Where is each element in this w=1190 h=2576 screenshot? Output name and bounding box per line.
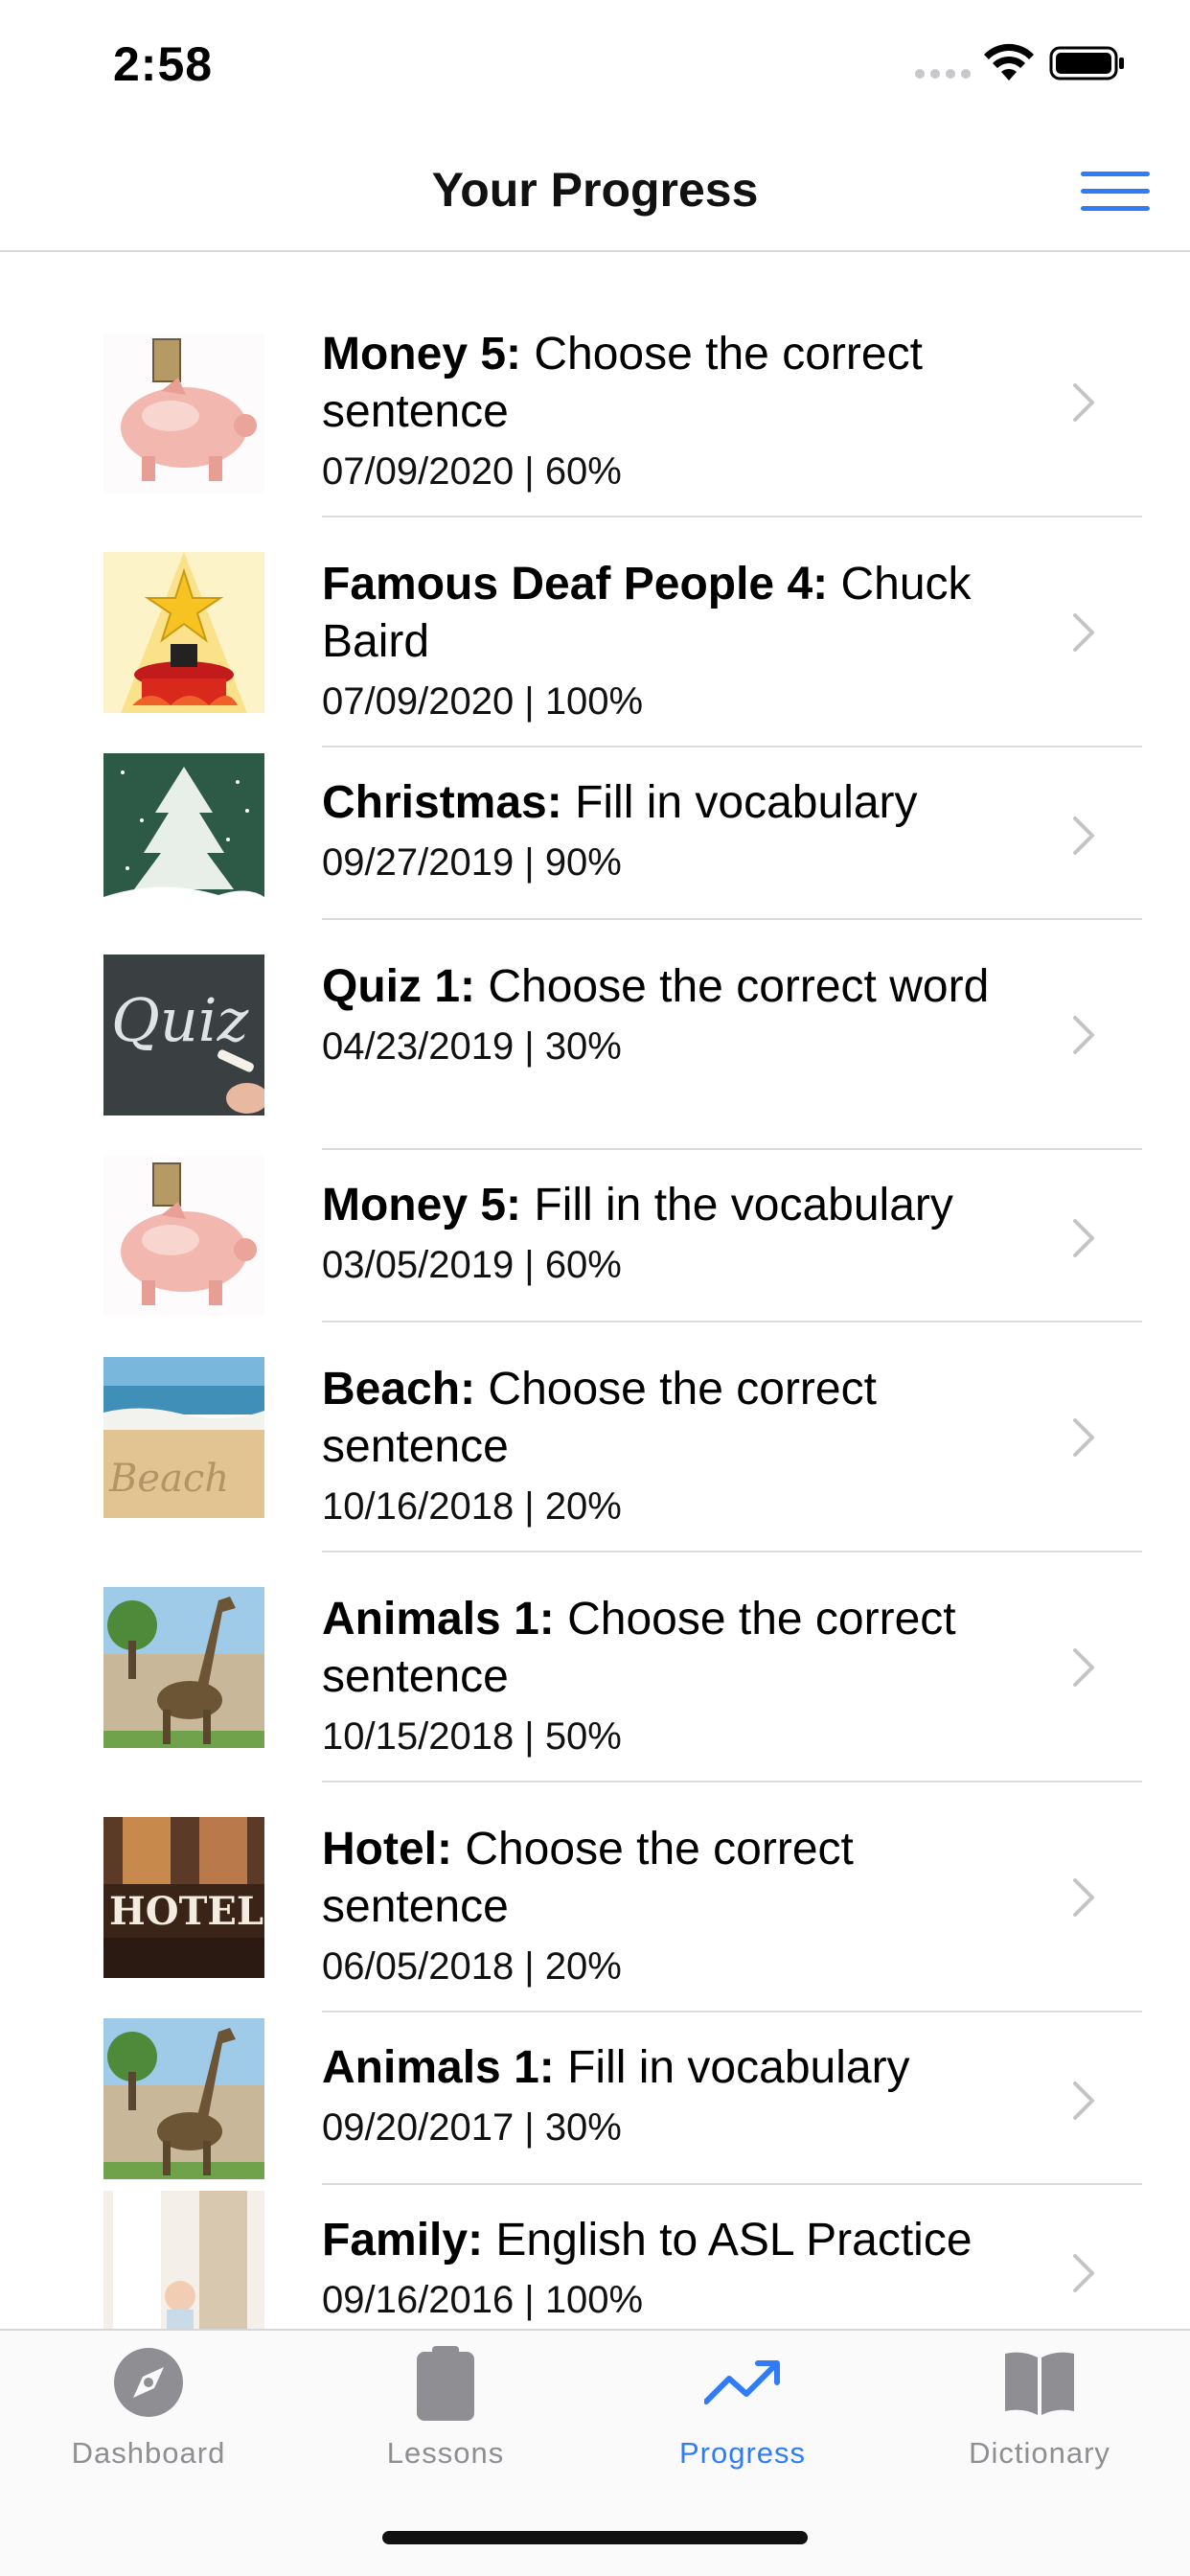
lesson-title: Money 5: Fill in the vocabulary — [322, 1180, 953, 1230]
lesson-date-score: 04/23/2019 | 30% — [322, 1025, 622, 1068]
lesson-title: Animals 1: Choose the correct sentence — [322, 1594, 956, 1702]
chevron-right-icon — [1073, 1878, 1094, 1917]
lesson-title: Quiz 1: Choose the correct word — [322, 961, 990, 1012]
open-book-icon — [1005, 2352, 1074, 2415]
chevron-right-icon — [1073, 1016, 1094, 1054]
trending-up-icon — [704, 2360, 780, 2404]
star-spotlight-icon — [103, 552, 264, 713]
navigation-bar: Your Progress — [0, 129, 1190, 252]
lesson-date-score: 10/15/2018 | 50% — [322, 1715, 622, 1758]
list-item[interactable]: Money 5: Choose the correct sentence 07/… — [0, 288, 1190, 518]
chevron-right-icon — [1073, 1219, 1094, 1257]
tab-lessons[interactable]: Lessons — [297, 2331, 594, 2494]
wifi-icon — [984, 43, 1034, 80]
list-item[interactable]: Famous Deaf People 4: Chuck Baird 07/09/… — [0, 518, 1190, 748]
list-item[interactable]: Quiz Quiz 1: Choose the correct word 04/… — [0, 920, 1190, 1150]
chevron-right-icon — [1073, 2082, 1094, 2120]
tab-dictionary[interactable]: Dictionary — [891, 2331, 1188, 2494]
hamburger-menu-icon[interactable] — [1081, 170, 1150, 214]
lesson-title: Animals 1: Fill in vocabulary — [322, 2042, 910, 2093]
lesson-date-score: 07/09/2020 | 100% — [322, 680, 644, 723]
chevron-right-icon — [1073, 1648, 1094, 1687]
progress-screen: 2:58 Your Progress Money 5: Choose the c… — [0, 0, 1190, 2576]
lesson-title: Family: English to ASL Practice — [322, 2215, 973, 2266]
tab-label: Lessons — [386, 2436, 505, 2470]
tab-label: Dashboard — [71, 2436, 226, 2470]
giraffe-icon — [103, 1587, 264, 1748]
piggy-bank-icon — [103, 1156, 264, 1317]
tab-progress[interactable]: Progress — [594, 2331, 891, 2494]
list-item[interactable]: Animals 1: Fill in vocabulary 09/20/2017… — [0, 2012, 1190, 2185]
list-item[interactable]: Beach Beach: Choose the correct sentence… — [0, 1322, 1190, 1552]
beach-sand-icon: Beach — [103, 1357, 264, 1518]
lesson-date-score: 07/09/2020 | 60% — [322, 450, 622, 493]
lesson-date-score: 10/16/2018 | 20% — [322, 1485, 622, 1528]
lesson-title: Christmas: Fill in vocabulary — [322, 777, 918, 828]
chevron-right-icon — [1073, 383, 1094, 422]
chevron-right-icon — [1073, 1418, 1094, 1457]
piggy-bank-icon — [103, 332, 264, 493]
chalkboard-quiz-icon: Quiz — [103, 954, 264, 1116]
lesson-date-score: 09/20/2017 | 30% — [322, 2106, 622, 2149]
status-bar: 2:58 — [0, 0, 1190, 129]
svg-text:HOTEL: HOTEL — [109, 1889, 263, 1934]
family-icon — [103, 2191, 264, 2329]
chevron-right-icon — [1073, 2254, 1094, 2292]
list-item[interactable]: HOTEL Hotel: Choose the correct sentence… — [0, 1782, 1190, 2012]
lesson-title: Hotel: Choose the correct sentence — [322, 1824, 854, 1932]
lesson-title: Famous Deaf People 4: Chuck Baird — [322, 559, 972, 667]
tab-label: Progress — [678, 2436, 807, 2470]
list-item[interactable]: Christmas: Fill in vocabulary 09/27/2019… — [0, 748, 1190, 920]
lesson-date-score: 09/27/2019 | 90% — [322, 841, 622, 884]
status-time: 2:58 — [113, 37, 214, 91]
lesson-title: Beach: Choose the correct sentence — [322, 1364, 877, 1472]
svg-text:Quiz: Quiz — [111, 985, 249, 1055]
lesson-title: Money 5: Choose the correct sentence — [322, 329, 923, 437]
lesson-date-score: 06/05/2018 | 20% — [322, 1945, 622, 1988]
page-title: Your Progress — [431, 163, 759, 217]
svg-text:Beach: Beach — [108, 1457, 229, 1501]
chevron-right-icon — [1073, 613, 1094, 652]
lesson-date-score: 03/05/2019 | 60% — [322, 1244, 622, 1286]
tab-dashboard[interactable]: Dashboard — [0, 2331, 297, 2494]
home-indicator[interactable] — [382, 2531, 808, 2544]
list-item[interactable]: Animals 1: Choose the correct sentence 1… — [0, 1552, 1190, 1782]
list-item[interactable]: Money 5: Fill in the vocabulary 03/05/20… — [0, 1150, 1190, 1322]
list-item[interactable]: Family: English to ASL Practice 09/16/20… — [0, 2185, 1190, 2329]
chevron-right-icon — [1073, 816, 1094, 855]
compass-icon — [114, 2348, 183, 2417]
battery-icon — [1049, 46, 1124, 80]
christmas-tree-icon — [103, 753, 264, 914]
hotel-sign-icon: HOTEL — [103, 1817, 264, 1978]
lesson-date-score: 09/16/2016 | 100% — [322, 2279, 644, 2321]
cellular-signal-icon — [915, 69, 971, 79]
giraffe-icon — [103, 2018, 264, 2179]
progress-list: Money 5: Choose the correct sentence 07/… — [0, 288, 1190, 2329]
tab-label: Dictionary — [969, 2436, 1110, 2470]
clipboard-icon — [417, 2346, 474, 2421]
